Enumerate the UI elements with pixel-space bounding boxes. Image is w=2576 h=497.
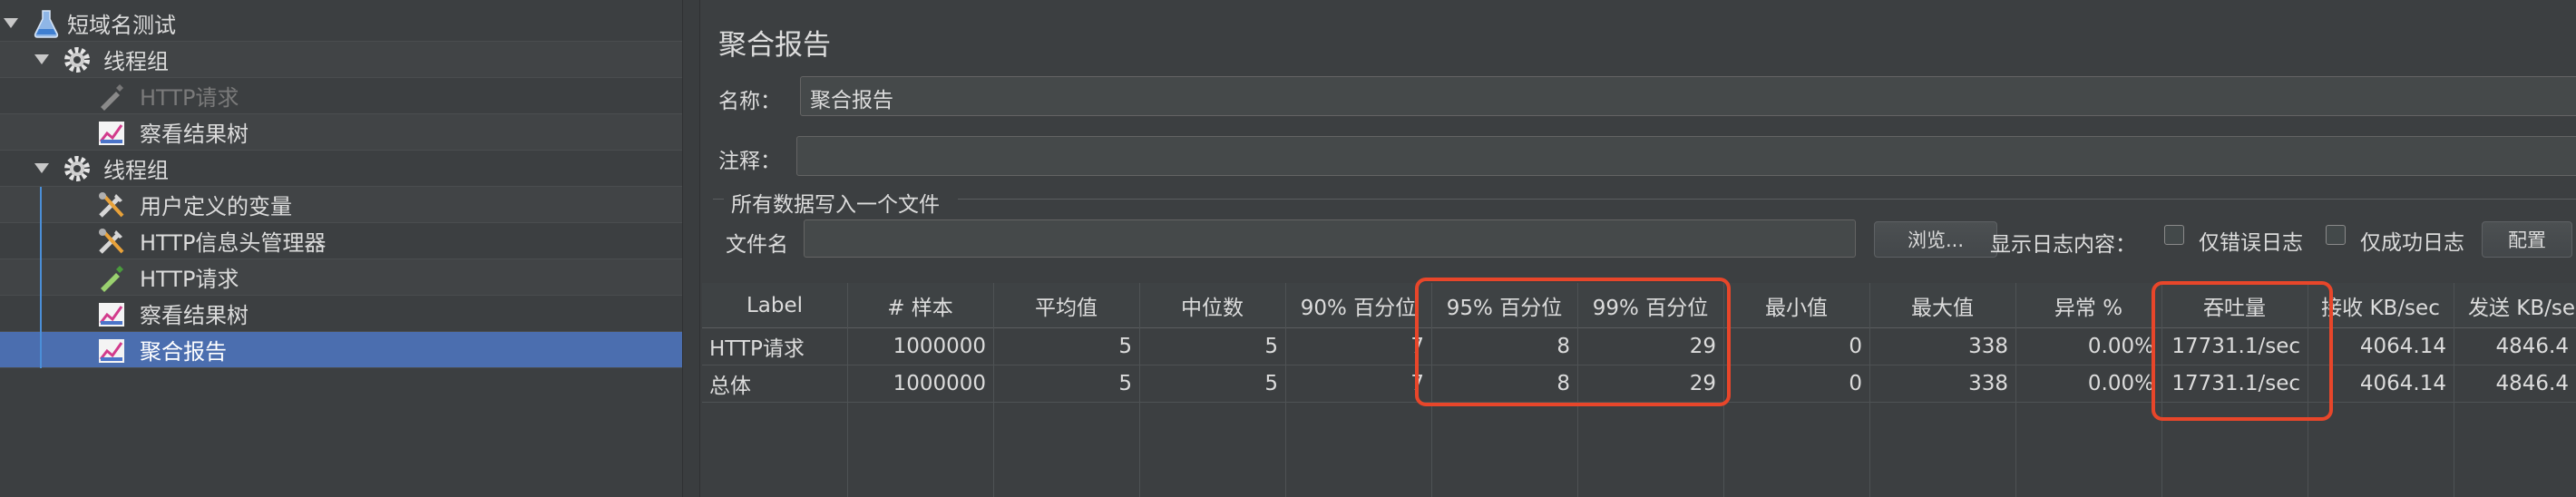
results-table: Label # 样本 平均值 中位数 90% 百分位 95% 百分位 99% 百…: [702, 278, 2576, 497]
tree-item-results-tree-2[interactable]: 察看结果树: [0, 296, 682, 332]
table-cell[interactable]: 5: [1139, 365, 1285, 402]
table-cell[interactable]: 5: [1139, 328, 1285, 365]
log-display-label: 显示日志内容：: [1990, 233, 2136, 257]
pipette-icon: [96, 81, 127, 112]
column-header-average[interactable]: 平均值: [993, 283, 1139, 328]
jmeter-window: 短域名测试 线程组 HTTP请求 察看结果树 线程组 用户定义的变量 HTTP信…: [0, 0, 2576, 497]
table-cell[interactable]: 338: [1869, 328, 2015, 365]
filename-label: 文件名: [726, 233, 788, 257]
tree-item-label: 用户定义的变量: [140, 194, 292, 219]
column-header-sent[interactable]: 发送 KB/sec: [2454, 283, 2576, 328]
expand-arrow-icon[interactable]: [34, 54, 49, 64]
gear-icon: [62, 153, 93, 184]
table-cell[interactable]: 4846.4: [2454, 365, 2576, 402]
tree-item-thread-group-1[interactable]: 线程组: [0, 42, 682, 78]
chart-icon: [96, 298, 127, 329]
table-cell[interactable]: 0.00%: [2015, 365, 2161, 402]
column-header-median[interactable]: 中位数: [1139, 283, 1285, 328]
page-title: 聚合报告: [718, 29, 831, 62]
group-title: 所有数据写入一个文件: [731, 193, 940, 217]
tree-item-label: 察看结果树: [140, 122, 249, 147]
tree-item-thread-group-2[interactable]: 线程组: [0, 151, 682, 187]
browse-button[interactable]: 浏览...: [1874, 221, 1997, 258]
tree-item-header-manager[interactable]: HTTP信息头管理器: [0, 223, 682, 259]
group-border: [958, 199, 2576, 200]
success-only-checkbox[interactable]: [2326, 225, 2346, 245]
filename-field[interactable]: [804, 219, 1856, 258]
table-cell[interactable]: HTTP请求: [702, 328, 847, 365]
tree-item-label: 聚合报告: [140, 339, 227, 365]
aggregate-report-panel: 聚合报告 名称： 聚合报告 注释： 所有数据写入一个文件 文件名 浏览... 显…: [700, 0, 2576, 497]
table-cell[interactable]: 7: [1285, 328, 1431, 365]
comment-field[interactable]: [796, 136, 2576, 176]
highlight-box-percentiles: [1415, 278, 1731, 406]
expand-arrow-icon[interactable]: [4, 18, 18, 28]
group-border: [713, 199, 724, 200]
chart-icon: [96, 117, 127, 148]
column-header-error-rate[interactable]: 异常 %: [2015, 283, 2161, 328]
column-header-label[interactable]: Label: [702, 283, 847, 328]
pipette-icon: [96, 262, 127, 293]
column-header-samples[interactable]: # 样本: [847, 283, 993, 328]
table-cell[interactable]: 0.00%: [2015, 328, 2161, 365]
table-cell[interactable]: 4846.4: [2454, 328, 2576, 365]
table-cell[interactable]: 7: [1285, 365, 1431, 402]
errors-only-checkbox[interactable]: [2164, 225, 2184, 245]
highlight-box-throughput: [2152, 281, 2333, 421]
table-cell[interactable]: 0: [1723, 365, 1869, 402]
test-plan-tree: 短域名测试 线程组 HTTP请求 察看结果树 线程组 用户定义的变量 HTTP信…: [0, 0, 682, 497]
tree-item-test-plan[interactable]: 短域名测试: [0, 5, 682, 42]
tree-item-label: HTTP信息头管理器: [140, 230, 327, 256]
comment-label: 注释：: [718, 150, 781, 173]
tree-item-label: 短域名测试: [67, 13, 176, 38]
table-cell[interactable]: 总体: [702, 365, 847, 402]
tree-item-user-variables[interactable]: 用户定义的变量: [0, 187, 682, 223]
success-only-label: 仅成功日志: [2360, 231, 2464, 255]
chart-icon: [96, 335, 127, 365]
name-label: 名称：: [718, 90, 781, 113]
expand-arrow-icon[interactable]: [34, 163, 49, 173]
table-cell[interactable]: 5: [993, 328, 1139, 365]
table-cell[interactable]: 0: [1723, 328, 1869, 365]
tree-item-aggregate-report[interactable]: 聚合报告: [0, 332, 682, 368]
name-field[interactable]: 聚合报告: [800, 76, 2576, 116]
gear-icon: [62, 44, 93, 75]
tree-item-results-tree-1[interactable]: 察看结果树: [0, 114, 682, 151]
tree-item-label: HTTP请求: [140, 267, 239, 292]
table-cell[interactable]: 1000000: [847, 365, 993, 402]
tree-item-label: 线程组: [103, 158, 169, 183]
errors-only-label: 仅错误日志: [2199, 231, 2303, 255]
tree-item-label: HTTP请求: [140, 85, 239, 111]
tree-item-label: 察看结果树: [140, 303, 249, 328]
column-header-min[interactable]: 最小值: [1723, 283, 1869, 328]
table-cell[interactable]: 338: [1869, 365, 2015, 402]
table-cell[interactable]: 1000000: [847, 328, 993, 365]
tree-item-label: 线程组: [103, 49, 169, 74]
table-cell[interactable]: 5: [993, 365, 1139, 402]
configure-button[interactable]: 配置: [2482, 221, 2572, 258]
tools-icon: [96, 226, 127, 257]
tools-icon: [96, 190, 127, 220]
column-header-p90[interactable]: 90% 百分位: [1285, 283, 1431, 328]
column-header-max[interactable]: 最大值: [1869, 283, 2015, 328]
tree-item-http-request-1[interactable]: HTTP请求: [0, 78, 682, 114]
tree-guide-line: [40, 187, 42, 368]
tree-item-http-request-2[interactable]: HTTP请求: [0, 259, 682, 296]
flask-icon: [31, 8, 62, 39]
panel-splitter[interactable]: [682, 0, 700, 497]
